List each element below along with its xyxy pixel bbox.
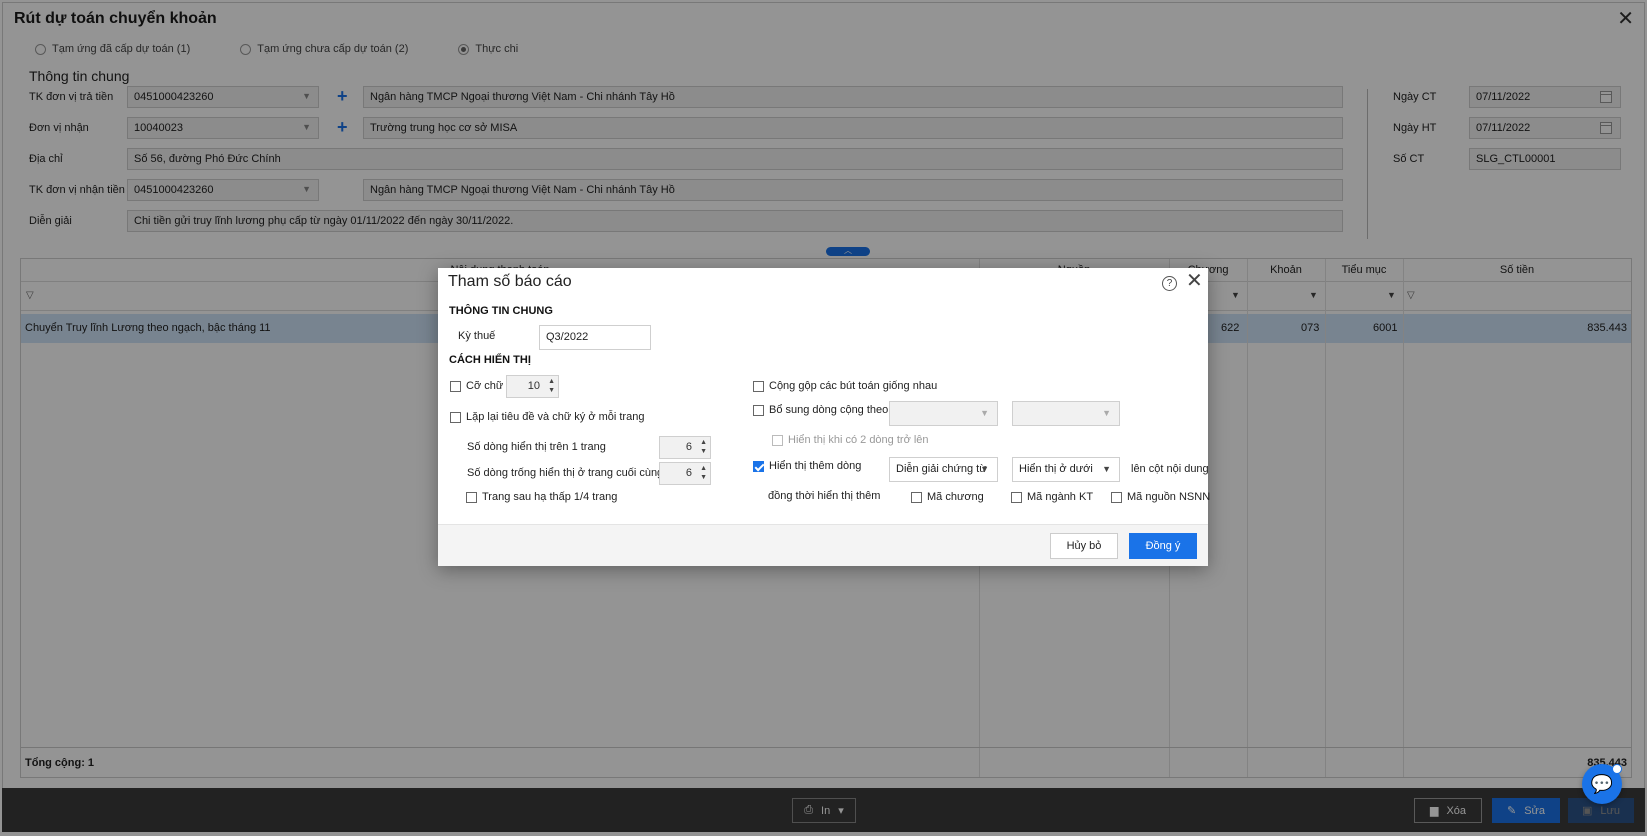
chevron-down-icon: ▼ xyxy=(980,464,989,474)
chevron-down-icon: ▼ xyxy=(1102,464,1111,474)
checkbox-box xyxy=(1111,491,1122,503)
ky-thue-label: Kỳ thuế xyxy=(458,330,496,342)
dien-giai-select-value: Diễn giải chứng từ xyxy=(896,463,987,475)
help-icon[interactable]: ? xyxy=(1162,276,1177,291)
hien-thi-them-label: Hiển thị thêm dòng xyxy=(769,460,862,472)
so-dong-trong-label: Số dòng trống hiển thị ở trang cuối cùng xyxy=(467,467,664,479)
report-params-dialog: Tham số báo cáo ? ✕ THÔNG TIN CHUNG Kỳ t… xyxy=(438,268,1210,566)
chevron-down-icon: ▼ xyxy=(1102,408,1111,418)
so-dong-trong-stepper[interactable]: 6 ▲ ▼ xyxy=(659,462,711,485)
checkbox-box xyxy=(450,380,461,392)
checkbox-box xyxy=(753,380,764,392)
bo-sung-select-2[interactable]: ▼ xyxy=(1012,401,1120,426)
trang-sau-label: Trang sau hạ thấp 1/4 trang xyxy=(482,491,618,503)
so-dong-label: Số dòng hiển thị trên 1 trang xyxy=(467,441,606,453)
co-chu-checkbox[interactable]: Cỡ chữ xyxy=(450,380,503,392)
vi-tri-select[interactable]: Hiển thị ở dưới ▼ xyxy=(1012,457,1120,482)
co-chu-stepper[interactable]: 10 ▲ ▼ xyxy=(506,375,559,398)
co-chu-label: Cỡ chữ xyxy=(466,380,504,392)
so-dong-value: 6 xyxy=(685,441,692,453)
checkbox-box xyxy=(753,460,764,472)
cong-gop-label: Cộng gộp các bút toán giống nhau xyxy=(769,380,938,392)
checkbox-box xyxy=(911,491,922,503)
ma-nguon-checkbox[interactable]: Mã nguồn NSNN xyxy=(1111,491,1210,503)
bo-sung-label: Bổ sung dòng cộng theo xyxy=(769,404,889,416)
stepper-arrows-icon[interactable]: ▲ ▼ xyxy=(700,464,707,482)
so-dong-stepper[interactable]: 6 ▲ ▼ xyxy=(659,436,711,459)
close-icon[interactable]: ✕ xyxy=(1186,271,1203,291)
section-general-heading: THÔNG TIN CHUNG xyxy=(449,305,553,317)
notification-badge xyxy=(1612,764,1622,774)
ma-nganh-label: Mã ngành KT xyxy=(1027,491,1094,503)
lap-lai-checkbox[interactable]: Lặp lại tiêu đề và chữ ký ở mỗi trang xyxy=(450,411,644,423)
bo-sung-checkbox[interactable]: Bổ sung dòng cộng theo xyxy=(753,404,888,416)
cancel-button[interactable]: Hủy bỏ xyxy=(1050,533,1118,559)
checkbox-box xyxy=(466,491,477,503)
len-cot-label: lên cột nội dung xyxy=(1131,463,1209,475)
dialog-footer: Hủy bỏ Đồng ý xyxy=(438,524,1208,566)
hien-thi-khi-label: Hiển thị khi có 2 dòng trở lên xyxy=(788,434,929,446)
checkbox-box xyxy=(772,434,783,446)
checkbox-box xyxy=(1011,491,1022,503)
checkbox-box xyxy=(450,411,461,423)
ma-nguon-label: Mã nguồn NSNN xyxy=(1127,491,1211,503)
chat-icon[interactable]: 💬 xyxy=(1582,764,1622,804)
ma-nganh-checkbox[interactable]: Mã ngành KT xyxy=(1011,491,1093,503)
hien-thi-khi-checkbox[interactable]: Hiển thị khi có 2 dòng trở lên xyxy=(772,434,929,446)
trang-sau-checkbox[interactable]: Trang sau hạ thấp 1/4 trang xyxy=(466,491,617,503)
stepper-arrows-icon[interactable]: ▲ ▼ xyxy=(548,377,555,395)
stepper-arrows-icon[interactable]: ▲ ▼ xyxy=(700,438,707,456)
vi-tri-select-value: Hiển thị ở dưới xyxy=(1019,463,1093,475)
ma-chuong-checkbox[interactable]: Mã chương xyxy=(911,491,984,503)
co-chu-value: 10 xyxy=(527,380,540,392)
ma-chuong-label: Mã chương xyxy=(927,491,984,503)
dialog-title: Tham số báo cáo xyxy=(448,273,572,290)
dong-thoi-label: đồng thời hiển thị thêm xyxy=(768,490,881,502)
ok-button[interactable]: Đồng ý xyxy=(1129,533,1197,559)
bo-sung-select-1[interactable]: ▼ xyxy=(889,401,998,426)
ky-thue-input[interactable]: Q3/2022 xyxy=(539,325,651,350)
checkbox-box xyxy=(753,404,764,416)
cong-gop-checkbox[interactable]: Cộng gộp các bút toán giống nhau xyxy=(753,380,937,392)
hien-thi-them-checkbox[interactable]: Hiển thị thêm dòng xyxy=(753,460,861,472)
section-display-heading: CÁCH HIỂN THỊ xyxy=(449,354,531,366)
chevron-down-icon: ▼ xyxy=(980,408,989,418)
lap-lai-label: Lặp lại tiêu đề và chữ ký ở mỗi trang xyxy=(466,411,645,423)
dien-giai-select[interactable]: Diễn giải chứng từ ▼ xyxy=(889,457,998,482)
so-dong-trong-value: 6 xyxy=(685,467,692,479)
